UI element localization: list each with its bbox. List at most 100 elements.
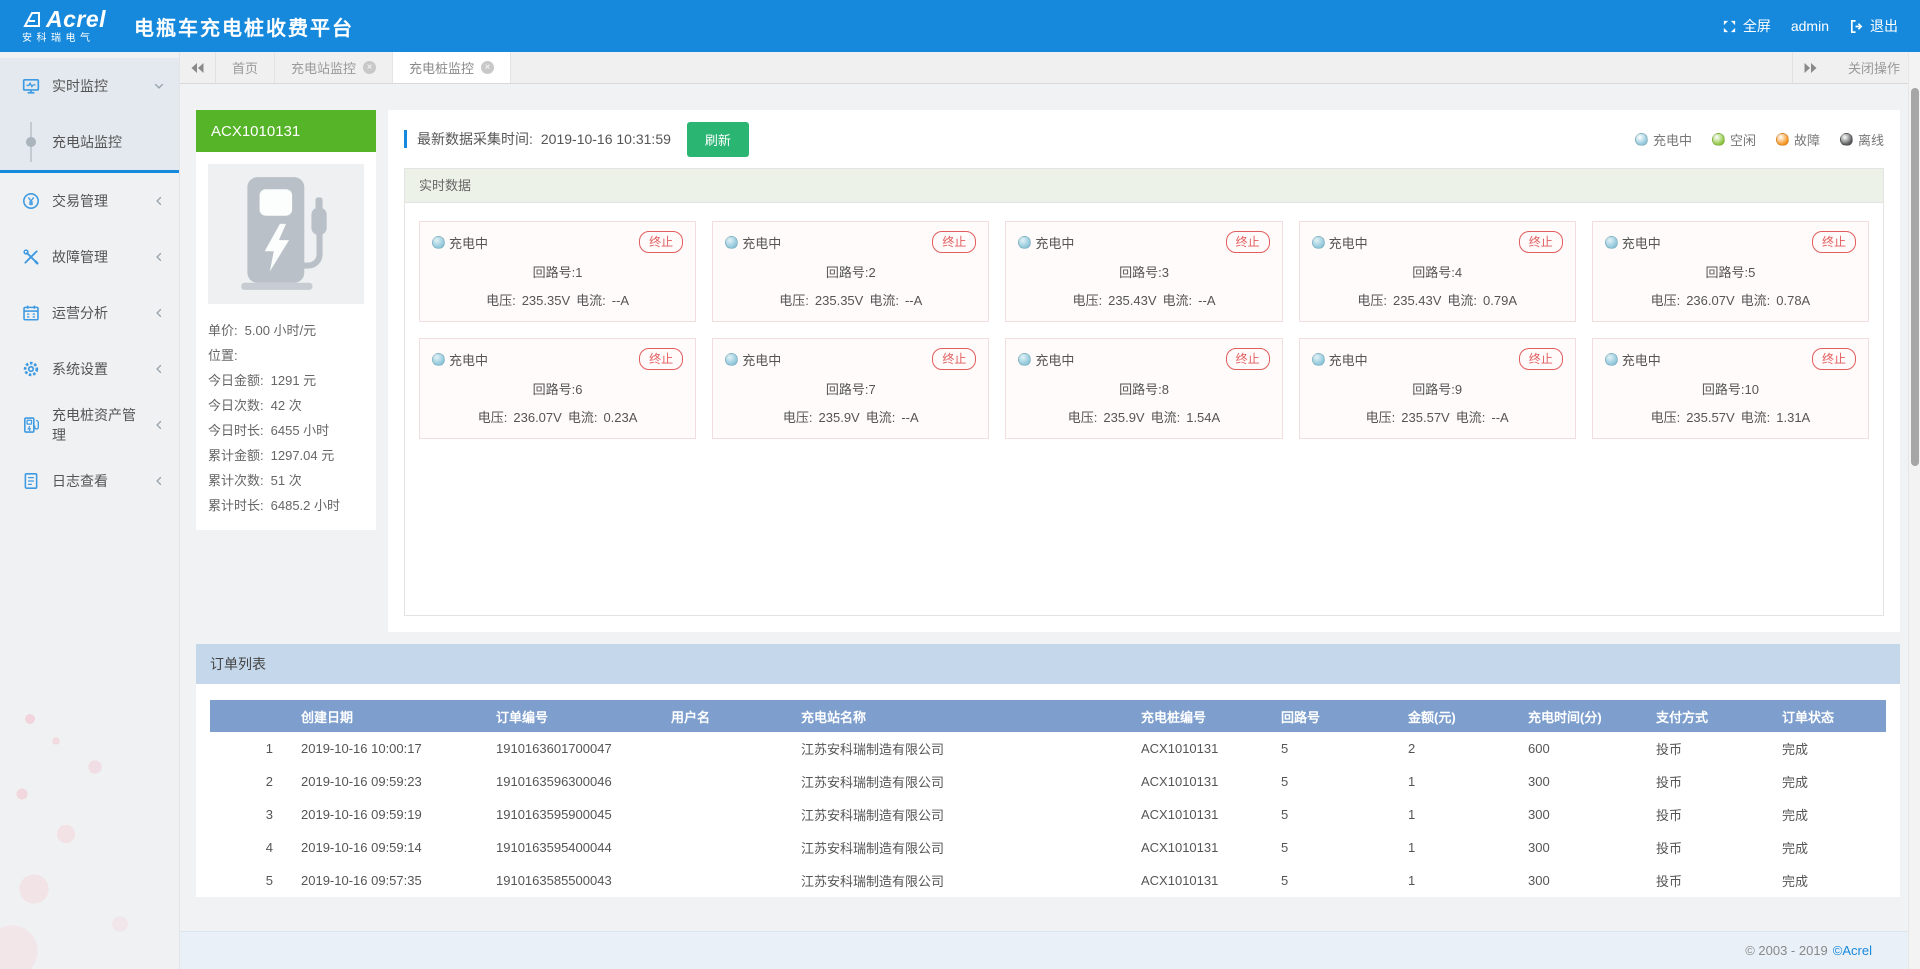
sidebar-item-transaction-mgmt[interactable]: 交易管理 (0, 173, 179, 229)
orders-title: 订单列表 (196, 644, 1900, 684)
station-stat: 今日时长:6455 小时 (208, 418, 364, 443)
terminate-button[interactable]: 终止 (1226, 231, 1270, 253)
circuit-number-label: 回路号: (533, 265, 576, 280)
row-cell: 300 (1512, 831, 1640, 864)
sidebar-item-system-settings[interactable]: 系统设置 (0, 341, 179, 397)
table-row[interactable]: 42019-10-16 09:59:141910163595400044江苏安科… (210, 831, 1886, 864)
voltage-value: 235.43V (1393, 293, 1441, 308)
voltage-label: 电压: (486, 293, 516, 308)
station-stat: 今日次数:42 次 (208, 393, 364, 418)
charging-status-icon (1312, 353, 1325, 366)
scrollbar-thumb[interactable] (1911, 88, 1919, 466)
current-label: 电流: (568, 410, 598, 425)
row-cell (655, 864, 785, 897)
table-row[interactable]: 52019-10-16 09:57:351910163585500043江苏安科… (210, 864, 1886, 897)
chevron-left-icon (153, 475, 165, 487)
charging-status-icon (1605, 236, 1618, 249)
terminate-button[interactable]: 终止 (1812, 348, 1856, 370)
terminate-button[interactable]: 终止 (639, 348, 683, 370)
tab-close-icon[interactable]: × (363, 61, 376, 74)
sidebar-item-operation-analysis[interactable]: 运营分析 (0, 285, 179, 341)
close-operations-button[interactable]: 关闭操作 (1828, 52, 1920, 83)
table-row[interactable]: 22019-10-16 09:59:231910163596300046江苏安科… (210, 765, 1886, 798)
terminate-button[interactable]: 终止 (932, 348, 976, 370)
tab-close-icon[interactable]: × (481, 61, 494, 74)
stat-label: 今日金额: (208, 373, 264, 388)
sidebar-item-fault-mgmt[interactable]: 故障管理 (0, 229, 179, 285)
row-cell: 1910163585500043 (480, 864, 655, 897)
row-cell: 1 (1392, 831, 1512, 864)
sidebar-item-label: 交易管理 (52, 191, 108, 211)
refresh-button[interactable]: 刷新 (687, 122, 749, 157)
row-cell: 2 (1392, 732, 1512, 765)
voltage-label: 电压: (1068, 410, 1098, 425)
stat-value: 51 次 (271, 473, 302, 488)
row-cell: ACX1010131 (1125, 765, 1265, 798)
voltage-label: 电压: (1366, 410, 1396, 425)
terminate-button[interactable]: 终止 (1519, 348, 1563, 370)
legend-dot-icon (1776, 133, 1789, 146)
voltage-value: 236.07V (513, 410, 561, 425)
terminate-button[interactable]: 终止 (932, 231, 976, 253)
analysis-icon (22, 304, 40, 322)
circuit-card: 充电中终止回路号:10电压:235.57V电流:1.31A (1592, 338, 1869, 439)
row-cell (655, 732, 785, 765)
row-cell: 1 (1392, 864, 1512, 897)
sidebar-subitem-station-monitor[interactable]: 充电站监控 (0, 114, 179, 170)
sidebar-item-label: 充电桩资产管理 (52, 405, 141, 445)
user-menu[interactable]: admin (1791, 18, 1829, 34)
station-id-header: ACX1010131 (196, 110, 376, 152)
tab-home[interactable]: 首页 (216, 52, 275, 83)
fullscreen-button[interactable]: 全屏 (1722, 16, 1771, 36)
circuit-card: 充电中终止回路号:2电压:235.35V电流:--A (712, 221, 989, 322)
legend-dot-icon (1840, 133, 1853, 146)
status-legend: 充电中空闲故障离线 (1635, 130, 1884, 149)
table-row[interactable]: 12019-10-16 10:00:171910163601700047江苏安科… (210, 732, 1886, 765)
row-cell: 1910163595900045 (480, 798, 655, 831)
terminate-button[interactable]: 终止 (639, 231, 683, 253)
voltage-value: 235.57V (1401, 410, 1449, 425)
row-cell: 投币 (1640, 732, 1766, 765)
row-cell: 2019-10-16 10:00:17 (285, 732, 480, 765)
row-index: 3 (210, 798, 285, 831)
logout-button[interactable]: 退出 (1849, 16, 1898, 36)
vertical-scrollbar[interactable] (1908, 52, 1920, 969)
row-cell: 2019-10-16 09:59:23 (285, 765, 480, 798)
row-cell: 5 (1265, 798, 1392, 831)
circuit-status: 充电中 (1035, 233, 1074, 252)
acrel-link[interactable]: ©Acrel (1833, 943, 1872, 958)
current-value: --A (1198, 293, 1215, 308)
row-cell: 300 (1512, 798, 1640, 831)
sidebar-item-realtime-monitor[interactable]: 实时监控 (0, 58, 179, 114)
circuit-number-label: 回路号: (1119, 265, 1162, 280)
main-content: ACX1010131 (180, 84, 1920, 931)
stat-label: 累计金额: (208, 448, 264, 463)
row-cell (655, 798, 785, 831)
tab-pile-monitor[interactable]: 充电桩监控× (393, 52, 511, 83)
realtime-section-title: 实时数据 (405, 169, 1883, 203)
station-stat: 累计时长:6485.2 小时 (208, 493, 364, 518)
tab-station-monitor[interactable]: 充电站监控× (275, 52, 393, 83)
legend-label: 充电中 (1653, 130, 1692, 149)
settings-icon (22, 360, 40, 378)
terminate-button[interactable]: 终止 (1812, 231, 1856, 253)
logo-text: Acrel (46, 8, 106, 31)
terminate-button[interactable]: 终止 (1519, 231, 1563, 253)
tabs-scroll-right-icon[interactable] (1792, 52, 1828, 83)
current-value: 0.78A (1776, 293, 1810, 308)
voltage-value: 236.07V (1686, 293, 1734, 308)
current-value: 1.54A (1186, 410, 1220, 425)
table-row[interactable]: 32019-10-16 09:59:191910163595900045江苏安科… (210, 798, 1886, 831)
current-label: 电流: (1741, 293, 1771, 308)
sidebar-item-pile-asset-mgmt[interactable]: 充电桩资产管理 (0, 397, 179, 453)
circuit-number: 回路号:8 (1018, 379, 1269, 398)
charging-status-icon (725, 353, 738, 366)
sidebar-item-log-view[interactable]: 日志查看 (0, 453, 179, 509)
voltage-label: 电压: (1651, 293, 1681, 308)
row-cell: ACX1010131 (1125, 831, 1265, 864)
accent-bar (404, 130, 407, 148)
tabs-scroll-left-icon[interactable] (180, 52, 216, 83)
asset-icon (22, 416, 40, 434)
acrel-logo-icon (22, 10, 42, 30)
terminate-button[interactable]: 终止 (1226, 348, 1270, 370)
